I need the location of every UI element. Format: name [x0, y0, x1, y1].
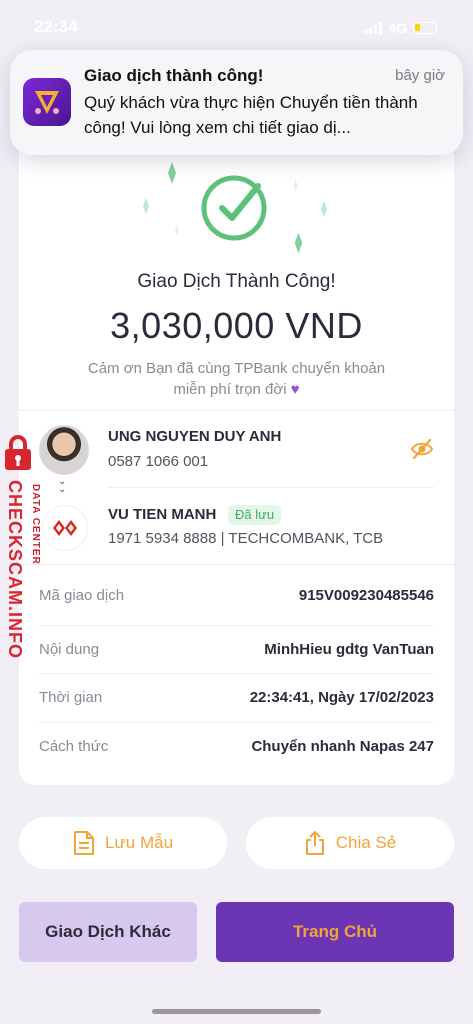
status-bar: 22:34 4G	[0, 0, 473, 48]
notification-title: Giao dịch thành công!	[84, 66, 264, 85]
sparkle-icon	[294, 232, 303, 254]
share-button[interactable]: Chia Sẻ	[246, 817, 454, 869]
divider	[19, 564, 454, 565]
home-button[interactable]: Trang Chủ	[216, 902, 454, 962]
home-indicator[interactable]	[152, 1009, 321, 1014]
sender-name: UNG NGUYEN DUY ANH	[108, 428, 282, 445]
app-icon	[23, 78, 71, 126]
sender-phone: 0587 1066 001	[108, 453, 209, 470]
divider	[39, 625, 434, 626]
notification-time: bây giờ	[395, 67, 445, 84]
notification-body: Quý khách vừa thực hiện Chuyển tiền thàn…	[84, 93, 418, 137]
thanks-message: Cảm ơn Bạn đã cùng TPBank chuyển khoản m…	[60, 358, 413, 400]
detail-value-transaction-id: 915V009230485546	[298, 587, 434, 604]
success-title: Giao Dịch Thành Công!	[137, 271, 336, 292]
signal-icon	[364, 22, 383, 34]
divider	[19, 410, 454, 411]
sparkle-icon	[175, 225, 179, 236]
document-icon	[73, 831, 94, 855]
bank-logo-icon	[42, 505, 88, 551]
sender-avatar	[39, 425, 89, 475]
checkmark-circle-icon	[201, 175, 267, 241]
divider	[39, 722, 434, 723]
detail-label-time: Thời gian	[39, 689, 103, 706]
receiver-account: 1971 5934 8888 | TECHCOMBANK, TCB	[108, 530, 384, 547]
chevron-down-icon: ⌄ ⌄	[58, 476, 67, 495]
saved-badge: Đã lưu	[228, 505, 282, 525]
divider	[39, 673, 434, 674]
transaction-amount: 3,030,000 VND	[110, 305, 363, 346]
detail-value-time: 22:34:41, Ngày 17/02/2023	[249, 689, 434, 706]
share-icon	[305, 831, 324, 855]
network-label: 4G	[388, 20, 407, 36]
thanks-line-1: Cảm ơn Bạn đã cùng TPBank chuyển khoản	[87, 360, 386, 377]
battery-icon	[413, 22, 437, 34]
status-indicators: 4G	[364, 20, 437, 36]
watermark-subtext: DATA CENTER	[30, 484, 41, 565]
sparkle-icon	[321, 200, 327, 218]
watermark-text: CHECKSCAM.INFO	[5, 480, 25, 659]
status-time: 22:34	[34, 17, 78, 36]
eye-off-icon[interactable]	[410, 438, 434, 460]
detail-label-transaction-id: Mã giao dịch	[39, 587, 125, 604]
divider	[108, 487, 434, 488]
receiver-name: VU TIEN MANH	[108, 506, 217, 523]
share-label: Chia Sẻ	[335, 833, 397, 852]
thanks-line-2-text: miễn phí trọn đời	[173, 381, 287, 398]
detail-value-content: MinhHieu gdtg VanTuan	[264, 641, 434, 658]
heart-icon: ♥	[290, 381, 300, 398]
save-template-button[interactable]: Lưu Mẫu	[19, 817, 227, 869]
other-transaction-button[interactable]: Giao Dịch Khác	[19, 902, 197, 962]
sparkle-icon	[143, 197, 149, 215]
sparkle-icon	[168, 162, 176, 184]
sparkle-icon	[293, 179, 298, 192]
detail-label-content: Nội dung	[39, 641, 100, 658]
notification-banner[interactable]: Giao dịch thành công! bây giờ Quý khách …	[10, 50, 463, 155]
save-template-label: Lưu Mẫu	[104, 833, 174, 852]
thanks-line-2: miễn phí trọn đời ♥	[60, 379, 413, 400]
lock-icon	[5, 435, 31, 470]
detail-value-method: Chuyển nhanh Napas 247	[251, 738, 434, 755]
detail-label-method: Cách thức	[39, 738, 109, 755]
